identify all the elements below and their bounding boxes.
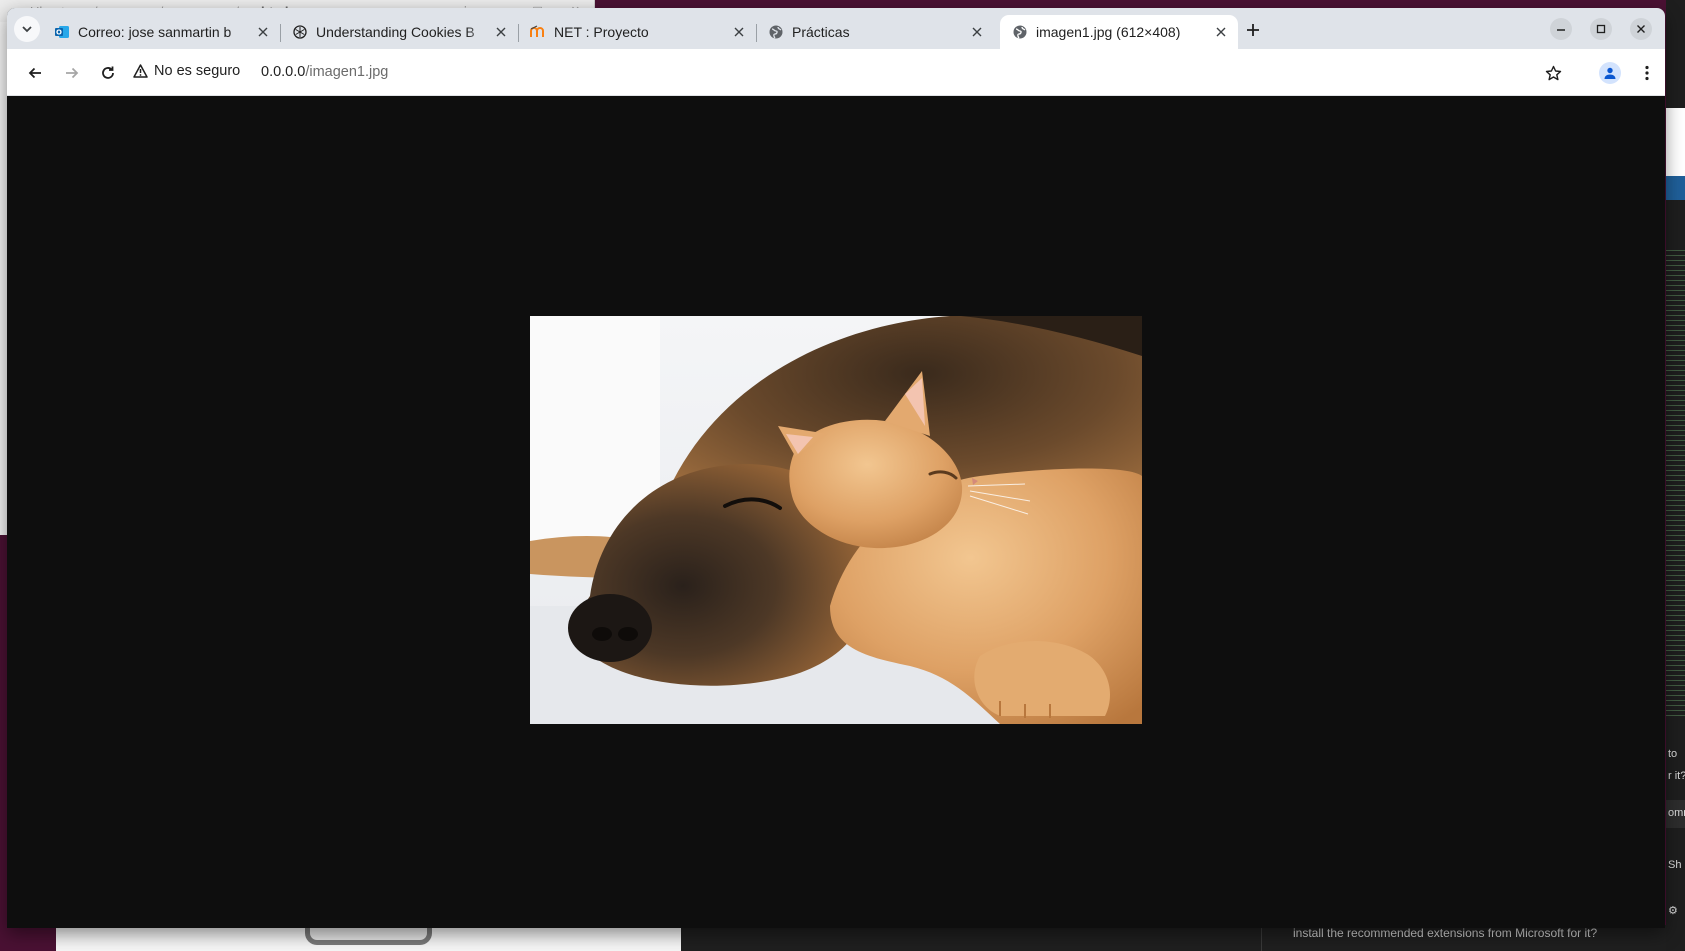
close-icon[interactable] [968,23,986,41]
background-editor-edge: to r it? omn Sh ⚙ [1666,0,1685,951]
editor-notification-text: install the recommended extensions from … [1293,926,1598,940]
star-icon [1545,65,1561,80]
tab-title: Correo: jose sanmartin b [78,24,232,40]
globe-icon [768,24,784,40]
security-indicator[interactable]: No es seguro [133,63,240,79]
warning-icon [133,64,148,78]
back-button[interactable] [21,59,49,87]
tab-understanding-cookies[interactable]: Understanding Cookies B [280,15,518,49]
new-tab-button[interactable] [1242,19,1264,41]
tab-strip: O Correo: jose sanmartin b Understanding… [7,8,1665,49]
displayed-image[interactable] [530,316,1142,724]
minimize-button[interactable] [1550,18,1572,40]
tab-search-button[interactable] [14,16,40,42]
close-icon[interactable] [492,23,510,41]
person-icon [1604,67,1616,79]
dog-and-cat-photo [530,316,1142,724]
arrow-right-icon [66,67,79,79]
security-label: No es seguro [154,63,241,79]
editor-fragment: to [1668,748,1678,760]
tab-correo[interactable]: O Correo: jose sanmartin b [42,15,280,49]
plus-icon [1247,24,1259,36]
url-host: 0.0.0.0 [261,64,306,80]
address-bar[interactable]: 0.0.0.0/imagen1.jpg [261,64,388,80]
maximize-icon [1596,24,1606,34]
outlook-icon: O [54,24,70,40]
moodle-icon [530,24,546,40]
tab-practicas[interactable]: Prácticas [756,15,994,49]
tab-title: Prácticas [792,24,850,40]
tab-title: NET : Proyecto [554,24,649,40]
editor-fragment: Sh [1668,859,1682,871]
bookmark-button[interactable] [1539,59,1567,87]
svg-text:O: O [56,29,62,37]
editor-fragment: omn [1668,807,1685,819]
browser-toolbar: No es seguro 0.0.0.0/imagen1.jpg [7,49,1665,96]
close-window-button[interactable] [1630,18,1652,40]
arrow-left-icon [28,67,41,79]
editor-fragment: r it? [1668,770,1685,782]
tab-imagen1[interactable]: imagen1.jpg (612×408) [1000,15,1238,49]
menu-button[interactable] [1633,59,1661,87]
browser-window: O Correo: jose sanmartin b Understanding… [7,8,1665,928]
maximize-button[interactable] [1590,18,1612,40]
tab-net-proyecto[interactable]: NET : Proyecto [518,15,756,49]
close-icon[interactable] [254,23,272,41]
tab-title: Understanding Cookies B [316,24,475,40]
minimize-icon [1557,29,1565,31]
gear-icon: ⚙ [1668,905,1678,917]
chatgpt-icon [292,24,308,40]
page-viewport [7,96,1665,928]
forward-button[interactable] [58,59,86,87]
reload-icon [102,66,114,79]
tab-title: imagen1.jpg (612×408) [1036,24,1181,40]
close-icon[interactable] [730,23,748,41]
editor-minimap [1666,250,1685,720]
reload-button[interactable] [94,59,122,87]
close-icon [1637,25,1645,33]
globe-icon [1012,24,1028,40]
close-icon[interactable] [1212,23,1230,41]
more-vert-icon [1645,65,1649,81]
chevron-down-icon [22,26,32,33]
url-path: /imagen1.jpg [305,64,389,80]
profile-avatar[interactable] [1599,62,1621,84]
